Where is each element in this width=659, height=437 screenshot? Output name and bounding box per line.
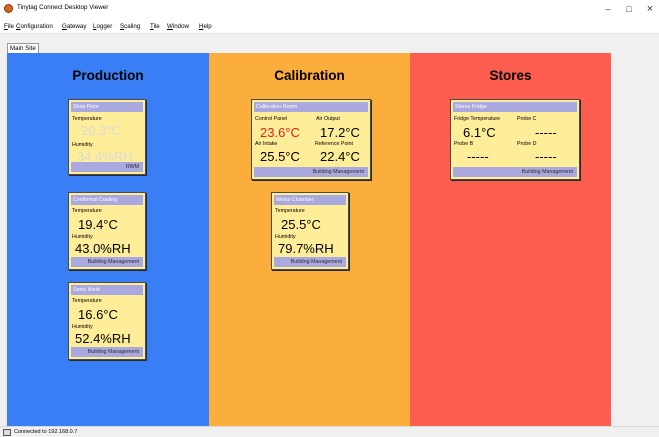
probe-c-value: -----	[535, 125, 557, 140]
temperature-value: 19.4°C	[78, 217, 118, 232]
menu-logger[interactable]: Logger	[93, 23, 112, 30]
panel-sonic-weld[interactable]: Sonic Weld Temperature 16.6°C Humidity 5…	[68, 282, 146, 360]
connection-status: Connected to 192.168.0.7	[14, 429, 78, 435]
zone-title-calibration: Calibration	[274, 68, 345, 83]
site-tab-strip: Main Site	[0, 35, 659, 53]
status-bar: Connected to 192.168.0.7	[0, 426, 659, 437]
panel-footer: Building Management	[453, 167, 577, 177]
control-panel-label: Control Panel	[255, 116, 288, 122]
temperature-value: 16.6°C	[78, 307, 118, 322]
menu-window[interactable]: Window	[167, 23, 189, 30]
air-output-value: 17.2°C	[320, 125, 360, 140]
panel-calibration-room[interactable]: Calibration Room Control Panel Air Outpu…	[251, 99, 371, 180]
close-button[interactable]: ×	[640, 3, 659, 16]
menu-configuration[interactable]: Configuration	[16, 23, 53, 30]
zone-production: Production Shop Floor Temperature 20.3°C…	[7, 53, 209, 426]
temperature-label: Temperature	[72, 116, 102, 122]
temperature-label: Temperature	[72, 208, 102, 214]
probe-d-value: -----	[535, 149, 557, 164]
menu-file[interactable]: File	[4, 23, 14, 30]
temperature-label: Temperature	[275, 208, 305, 214]
menu-help[interactable]: Help	[199, 23, 212, 30]
panel-title: Stores Fridge	[453, 102, 577, 112]
probe-c-label: Probe C	[517, 116, 537, 122]
zone-title-stores: Stores	[489, 68, 532, 83]
temperature-value: 20.3°C	[81, 123, 121, 138]
panel-title: Sonic Weld	[71, 285, 143, 295]
menu-tile[interactable]: Tile	[150, 23, 160, 30]
humidity-label: Humidity	[275, 234, 296, 240]
network-connection-icon	[3, 429, 11, 436]
tab-main-site[interactable]: Main Site	[7, 43, 39, 53]
reference-point-value: 22.4°C	[320, 149, 360, 164]
menu-scaling[interactable]: Scaling	[120, 23, 140, 30]
air-intake-label: Air Intake	[255, 141, 278, 147]
panel-shop-floor[interactable]: Shop Floor Temperature 20.3°C Humidity 3…	[68, 99, 146, 175]
fridge-temperature-value: 6.1°C	[463, 125, 496, 140]
humidity-label: Humidity	[72, 324, 93, 330]
fridge-temperature-label: Fridge Temperature	[454, 116, 501, 122]
humidity-value: 43.0%RH	[75, 241, 131, 256]
panel-title: Calibration Room	[254, 102, 368, 112]
probe-b-value: -----	[467, 149, 489, 164]
panel-footer: RWM	[71, 162, 143, 172]
zone-stores: Stores Stores Fridge Fridge Temperature …	[410, 53, 611, 426]
probe-b-label: Probe B	[454, 141, 474, 147]
panel-title: Shop Floor	[71, 102, 143, 112]
panel-footer: Building Management	[71, 347, 143, 357]
control-panel-value: 23.6°C	[260, 125, 300, 140]
probe-d-label: Probe D	[517, 141, 537, 147]
humidity-label: Humidity	[72, 234, 93, 240]
panel-footer: Building Management	[274, 257, 346, 267]
panel-footer: Building Management	[71, 257, 143, 267]
zone-calibration: Calibration Calibration Room Control Pan…	[209, 53, 410, 426]
maximize-button[interactable]: □	[619, 3, 639, 16]
reference-point-label: Reference Point	[315, 141, 353, 147]
panel-title: Conformal Coating	[71, 195, 143, 205]
panel-conformal-coating[interactable]: Conformal Coating Temperature 19.4°C Hum…	[68, 192, 146, 270]
title-bar: Tinytag Connect Desktop Viewer – □ ×	[0, 0, 659, 20]
window-title: Tinytag Connect Desktop Viewer	[17, 4, 109, 11]
humidity-value: 52.4%RH	[75, 331, 131, 346]
menu-gateway[interactable]: Gateway	[62, 23, 86, 30]
air-output-label: Air Output	[316, 116, 340, 122]
panel-title: Weiss Chamber	[274, 195, 346, 205]
temperature-value: 25.5°C	[281, 217, 321, 232]
panel-weiss-chamber[interactable]: Weiss Chamber Temperature 25.5°C Humidit…	[271, 192, 349, 270]
air-intake-value: 25.5°C	[260, 149, 300, 164]
panel-stores-fridge[interactable]: Stores Fridge Fridge Temperature Probe C…	[450, 99, 580, 180]
humidity-value: 79.7%RH	[278, 241, 334, 256]
zone-title-production: Production	[72, 68, 144, 83]
humidity-label: Humidity	[72, 142, 93, 148]
menu-bar: File Configuration Gateway Logger Scalin…	[0, 20, 659, 34]
panel-footer: Building Management	[254, 167, 368, 177]
minimize-button[interactable]: –	[598, 3, 618, 16]
app-logo-icon	[4, 4, 13, 13]
temperature-label: Temperature	[72, 298, 102, 304]
